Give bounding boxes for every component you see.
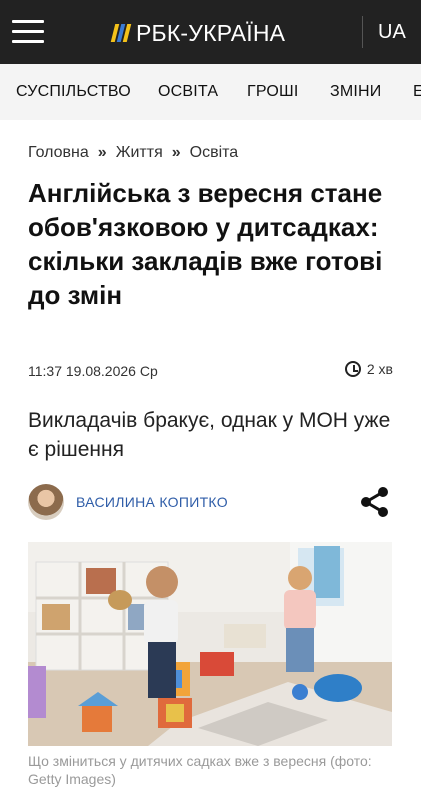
category-more[interactable]: Е [413,83,421,101]
author-name[interactable]: ВАСИЛИНА КОПИТКО [76,494,228,510]
publish-date: 11:37 19.08.2026 Ср [28,363,158,379]
breadcrumb-life[interactable]: Життя [116,144,163,161]
logo-text: РБК-УКРАЇНА [136,19,286,46]
category-suspilstvo[interactable]: СУСПІЛЬСТВО [16,83,131,101]
author-block[interactable]: ВАСИЛИНА КОПИТКО [28,484,228,520]
language-switch[interactable]: UA [378,21,406,44]
breadcrumb: Головна » Життя » Освіта [28,144,238,162]
image-caption: Що зміниться у дитячих садках вже з вере… [28,753,372,787]
breadcrumb-education[interactable]: Освіта [190,144,239,161]
avatar[interactable] [28,484,64,520]
breadcrumb-separator: » [171,144,181,161]
category-groshi[interactable]: ГРОШІ [247,83,299,101]
article-lead: Викладачів бракує, однак у МОН уже є ріш… [28,409,391,461]
breadcrumb-separator: » [97,144,107,161]
logo-mark-icon [110,24,132,42]
menu-icon[interactable] [12,18,44,46]
clock-icon [344,361,361,377]
kindergarten-photo [28,542,392,746]
breadcrumb-home[interactable]: Головна [28,144,89,161]
read-time: 2 хв [344,361,393,377]
article-title: Англійська з вересня стане обов'язковою … [28,178,383,310]
category-nav: СУСПІЛЬСТВО ОСВІТА ГРОШІ ЗМІНИ Е [0,64,421,120]
header-divider [362,16,363,48]
share-icon[interactable] [358,486,392,518]
category-osvita[interactable]: ОСВІТА [158,83,218,101]
article-image[interactable] [28,542,392,746]
top-bar: РБК-УКРАЇНА UA [0,0,421,64]
read-time-value: 2 хв [366,361,393,377]
site-logo[interactable]: РБК-УКРАЇНА [110,19,286,46]
category-zminy[interactable]: ЗМІНИ [330,83,382,101]
